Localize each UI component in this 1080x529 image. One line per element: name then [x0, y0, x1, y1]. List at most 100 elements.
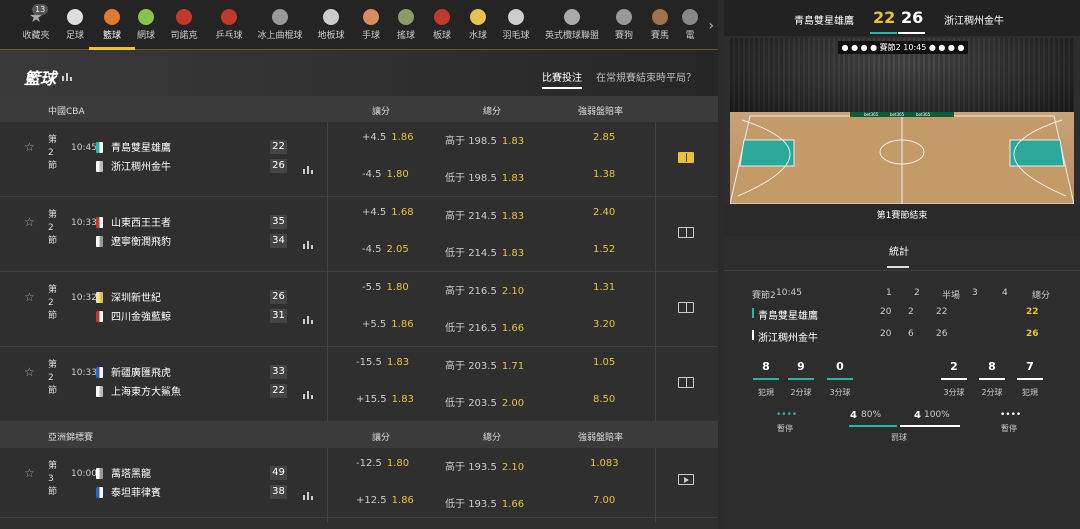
total-odds-1[interactable]: 高于 214.5 1.83	[445, 207, 524, 222]
team-home[interactable]: 新疆廣匯飛虎	[96, 364, 171, 379]
team-away[interactable]: 上海東方大鯊魚	[96, 383, 181, 398]
tab-statistics[interactable]: 統計	[889, 243, 909, 258]
competition-header: 中國CBA 讓分 總分 強弱盤賠率	[0, 96, 718, 122]
match-stats-icon[interactable]	[302, 389, 314, 399]
live-court-icon[interactable]	[678, 152, 694, 163]
basketball-icon	[104, 9, 120, 25]
away-three-label: 3分球	[943, 388, 965, 397]
total-odds-1[interactable]: 高于 198.5 1.83	[445, 132, 524, 147]
team-home[interactable]: 深圳新世紀	[96, 289, 161, 304]
team-shirt-icon	[96, 292, 103, 303]
team-away[interactable]: 四川金強藍鯨	[96, 308, 171, 323]
team-away[interactable]: 泰坦菲律賓	[96, 484, 161, 499]
moneyline-odds-2[interactable]: 1.52	[593, 244, 615, 255]
sport-item-4[interactable]: 司諾克	[159, 0, 209, 50]
court-icon[interactable]	[678, 227, 694, 238]
stats-col-header: 4	[1002, 288, 1008, 298]
sport-item-label: 賽狗	[614, 31, 633, 41]
spread-price: 1.86	[391, 495, 414, 506]
team-shirt-icon	[96, 311, 103, 322]
team-home[interactable]: 萬塔黑龍	[96, 465, 151, 480]
moneyline-odds-1[interactable]: 1.083	[590, 458, 619, 469]
spread-odds-2[interactable]: +5.5 1.86	[362, 319, 414, 330]
court-icon[interactable]	[678, 474, 694, 485]
court-icon[interactable]	[678, 302, 694, 313]
moneyline-odds-1[interactable]: 1.05	[593, 357, 615, 368]
moneyline-odds-2[interactable]: 7.00	[593, 495, 615, 506]
spread-odds-1[interactable]: -15.5 1.83	[356, 357, 409, 368]
match-row[interactable]: ☆ 第2節 10:32 深圳新世紀 26 四川金強藍鯨 31 -5.5 1.80 高于 216.5…	[0, 272, 718, 347]
total-odds-2[interactable]: 低于 198.5 1.83	[445, 169, 524, 184]
moneyline-odds-2[interactable]: 3.20	[593, 319, 615, 330]
spread-odds-1[interactable]: -12.5 1.80	[356, 458, 409, 469]
total-label: 高于	[445, 286, 465, 297]
home-two-value: 9	[797, 360, 805, 373]
sport-item-13[interactable]: 英式欖球聯盟	[545, 0, 599, 50]
match-row[interactable]: ☆ 第2節 10:33 山東西王王者 35 遼寧衡潤飛豹 34 +4.5 1.68 高于 214.…	[0, 197, 718, 272]
moneyline-odds-1[interactable]: 2.85	[593, 132, 615, 143]
sport-item-6[interactable]: 冰上曲棍球	[255, 0, 305, 50]
court-icon[interactable]	[678, 377, 694, 388]
total-odds-1[interactable]: 高于 203.5 1.71	[445, 357, 524, 372]
stats-period: 賽節2	[752, 291, 776, 301]
spread-odds-1[interactable]: -5.5 1.80	[362, 282, 409, 293]
spread-odds-2[interactable]: +12.5 1.86	[356, 495, 414, 506]
sport-item-label: 收藏夾	[22, 31, 50, 41]
team-home[interactable]: 青島雙星雄鷹	[96, 139, 171, 154]
favorite-star-icon[interactable]: ☆	[24, 290, 35, 304]
chevron-right-icon[interactable]: ›	[708, 18, 714, 34]
moneyline-odds-1[interactable]: 2.40	[593, 207, 615, 218]
tab-match-bets[interactable]: 比賽投注	[542, 69, 582, 89]
column-header-ml: 強弱盤賠率	[578, 433, 624, 443]
hurling-icon	[398, 9, 414, 25]
match-stats-icon[interactable]	[302, 239, 314, 249]
spread-odds-2[interactable]: -4.5 2.05	[362, 244, 409, 255]
favorite-star-icon[interactable]: ☆	[24, 140, 35, 154]
total-odds-2[interactable]: 低于 193.5 1.66	[445, 495, 524, 510]
total-odds-2[interactable]: 低于 203.5 2.00	[445, 394, 524, 409]
favorite-star-icon[interactable]: ☆	[24, 215, 35, 229]
favorite-star-icon[interactable]: ☆	[24, 466, 35, 480]
match-stats-icon[interactable]	[302, 164, 314, 174]
spread-odds-1[interactable]: +4.5 1.86	[362, 132, 414, 143]
divider	[655, 122, 656, 197]
spread-odds-1[interactable]: +4.5 1.68	[362, 207, 414, 218]
sport-item-label: 乒乓球	[215, 31, 243, 41]
total-line: 低于 214.5	[445, 248, 497, 259]
snooker-icon	[176, 9, 192, 25]
match-stats-icon[interactable]	[302, 490, 314, 500]
moneyline-odds-2[interactable]: 8.50	[593, 394, 615, 405]
spread-odds-2[interactable]: -4.5 1.80	[362, 169, 409, 180]
team-shirt-icon	[96, 386, 103, 397]
match-clock: 10:32	[71, 293, 97, 303]
match-row[interactable]: ☆ 第2節 10:45 青島雙星雄鷹 22 浙江稠州金牛 26 +4.5 1.86 高于 198.…	[0, 122, 718, 197]
sport-item-5[interactable]: 乒乓球	[204, 0, 254, 50]
sport-item-label: 搖球	[396, 31, 415, 41]
total-odds-1[interactable]: 高于 216.5 2.10	[445, 282, 524, 297]
total-odds-1[interactable]: 高于 193.5 2.10	[445, 458, 524, 473]
tab-draw-question[interactable]: 在常規賽結束時平局？	[596, 69, 696, 84]
divider	[655, 272, 656, 347]
team-home[interactable]: 山東西王王者	[96, 214, 171, 229]
spread-line: -15.5	[356, 357, 382, 368]
stats-icon[interactable]	[61, 70, 73, 82]
match-row[interactable]: ☆ 第3節 10:00 萬塔黑龍 49 泰坦菲律賓 38 -12.5 1.80 高于 193.5 2…	[0, 448, 718, 523]
total-odds-2[interactable]: 低于 216.5 1.66	[445, 319, 524, 334]
stats-cell: 22	[936, 307, 948, 317]
total-odds-2[interactable]: 低于 214.5 1.83	[445, 244, 524, 259]
moneyline-odds-2[interactable]: 1.38	[593, 169, 615, 180]
sport-item-12[interactable]: 羽毛球	[491, 0, 541, 50]
team-shirt-icon	[96, 236, 103, 247]
water-polo-icon	[470, 9, 486, 25]
spread-odds-2[interactable]: +15.5 1.83	[356, 394, 414, 405]
match-stats-icon[interactable]	[302, 314, 314, 324]
match-row[interactable]: ☆ 第2節 10:33 新疆廣匯飛虎 33 上海東方大鯊魚 22 -15.5 1.83 高于 20…	[0, 347, 718, 422]
team-away-score: 38	[270, 485, 287, 499]
moneyline-odds-1[interactable]: 1.31	[593, 282, 615, 293]
favorite-star-icon[interactable]: ☆	[24, 365, 35, 379]
total-price: 2.10	[501, 462, 525, 473]
team-away[interactable]: 遼寧衡潤飛豹	[96, 233, 171, 248]
divider	[655, 448, 656, 523]
team-away[interactable]: 浙江稠州金牛	[96, 158, 171, 173]
spread-line: -5.5	[362, 282, 382, 293]
